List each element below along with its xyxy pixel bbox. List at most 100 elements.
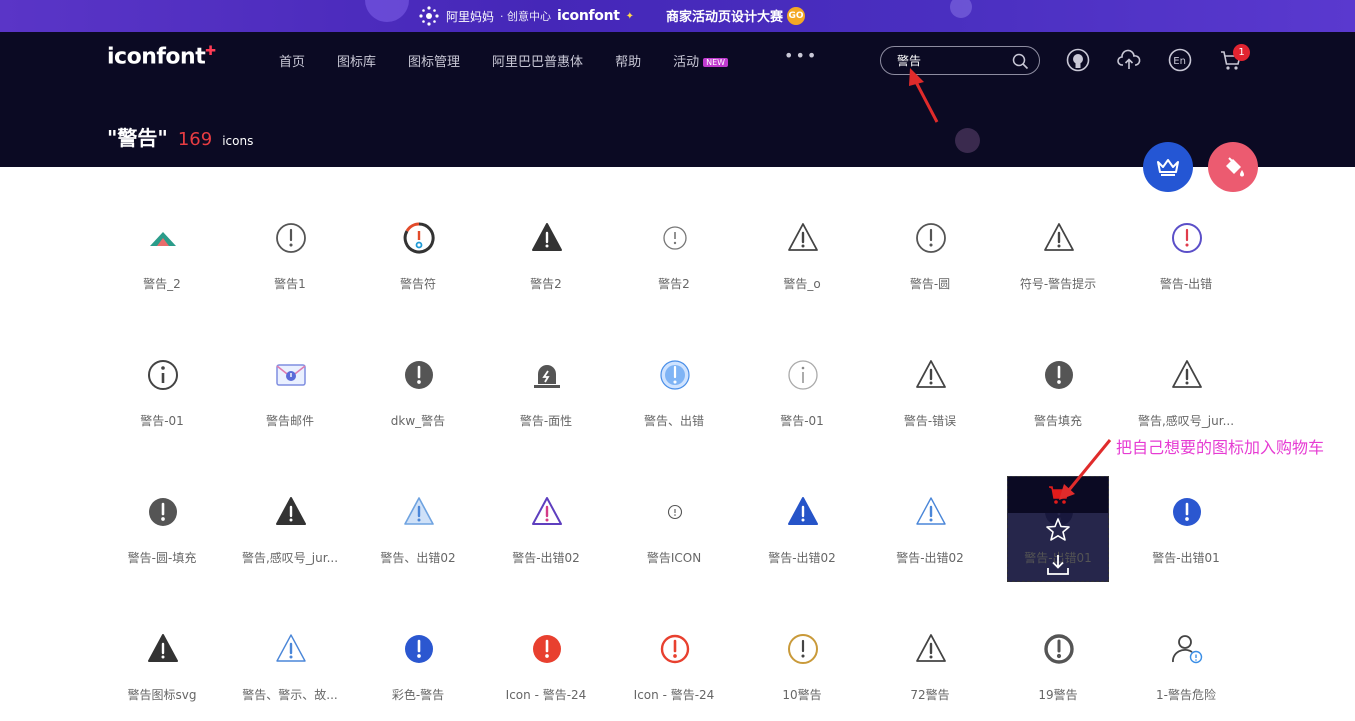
icon-card[interactable]: 符号-警告提示	[994, 200, 1122, 310]
circle-exclamation-outline-icon[interactable]	[274, 220, 308, 256]
icon-card[interactable]: 警告-01	[738, 337, 866, 447]
go-badge[interactable]: GO	[787, 6, 806, 25]
icon-card[interactable]: 警告邮件	[226, 337, 354, 447]
download-icon[interactable]	[1045, 553, 1071, 577]
icon-card[interactable]: 警告符	[354, 200, 482, 310]
triangle-filled-icon[interactable]	[530, 220, 564, 256]
icon-card[interactable]: 警告-圆-填充	[98, 474, 226, 584]
icon-card[interactable]: 警告-错误	[866, 337, 994, 447]
triangle-outline-icon[interactable]	[1170, 357, 1204, 393]
add-to-cart-icon[interactable]	[1047, 484, 1071, 506]
add-to-cart-row[interactable]	[1008, 477, 1108, 513]
mail-warning-icon[interactable]	[274, 357, 308, 393]
promo-banner[interactable]: 阿里妈妈 · 创意中心 iconfont ✦ 商家活动页设计大赛 GO	[0, 0, 1355, 32]
icon-card[interactable]: Icon - 警告-24	[482, 611, 610, 721]
icon-card[interactable]: 警告-出错02	[738, 474, 866, 584]
icon-card[interactable]: 警告图标svg	[98, 611, 226, 721]
promo-campaign[interactable]: 商家活动页设计大赛 GO	[666, 6, 806, 25]
triangle-outline-icon[interactable]	[914, 631, 948, 667]
nav-icon-library[interactable]: 图标库	[337, 51, 376, 70]
icon-card[interactable]: 警告,感叹号_jur...	[226, 474, 354, 584]
icon-card[interactable]: 警告、警示、故...	[226, 611, 354, 721]
theme-paint-button[interactable]	[1208, 142, 1258, 192]
triangle-purple-icon[interactable]	[530, 494, 564, 530]
circle-exclamation-colored-icon[interactable]	[402, 220, 436, 256]
language-en-icon[interactable]: En	[1168, 48, 1192, 72]
icon-label: 警告-出错02	[896, 551, 964, 565]
triangle-blue-outline-icon[interactable]	[274, 631, 308, 667]
triangle-outline-icon[interactable]	[914, 357, 948, 393]
icon-card[interactable]: 警告,感叹号_jur...	[1122, 337, 1250, 447]
triangle-blue-outline-icon[interactable]	[914, 494, 948, 530]
icon-card[interactable]: 19警告	[994, 611, 1122, 721]
icon-card[interactable]: 警告、出错	[610, 337, 738, 447]
circle-exclamation-purple-icon[interactable]	[1170, 220, 1204, 256]
circle-info-thin-icon[interactable]	[786, 357, 820, 393]
icon-card[interactable]: 警告ICON	[610, 474, 738, 584]
icon-card[interactable]: 警告填充	[994, 337, 1122, 447]
user-warning-icon[interactable]	[1170, 631, 1204, 667]
circle-exclamation-tiny-icon[interactable]	[658, 494, 692, 530]
triangle-filled-icon[interactable]	[146, 631, 180, 667]
icon-card[interactable]: Icon - 警告-24	[610, 611, 738, 721]
icon-card[interactable]: 警告_o	[738, 200, 866, 310]
icon-card[interactable]: 警告2	[482, 200, 610, 310]
icon-card[interactable]: 72警告	[866, 611, 994, 721]
icon-label: 警告-圆-填充	[127, 551, 197, 565]
icon-card[interactable]: 警告、出错02	[354, 474, 482, 584]
annotation-text: 把自己想要的图标加入购物车	[1116, 438, 1325, 457]
icon-hover-card[interactable]: 警告-出错01	[1007, 476, 1109, 582]
circle-exclamation-red-filled-icon[interactable]	[530, 631, 564, 667]
search-input[interactable]	[897, 51, 1017, 70]
icon-card[interactable]: dkw_警告	[354, 337, 482, 447]
icon-card[interactable]: 警告_2	[98, 200, 226, 310]
circle-exclamation-filled-icon[interactable]	[146, 494, 180, 530]
icon-card[interactable]: 警告-出错01	[1122, 474, 1250, 584]
icon-card[interactable]: 10警告	[738, 611, 866, 721]
alarm-lamp-icon[interactable]	[530, 357, 564, 393]
alimama-logo-icon	[419, 6, 439, 26]
circle-exclamation-blue-icon[interactable]	[658, 357, 692, 393]
icon-card[interactable]: 警告-01	[98, 337, 226, 447]
circle-exclamation-gold-icon[interactable]	[786, 631, 820, 667]
icon-card[interactable]: 警告2	[610, 200, 738, 310]
circle-exclamation-blue-filled-icon[interactable]	[1170, 494, 1204, 530]
nav-help[interactable]: 帮助	[615, 51, 641, 70]
search-box[interactable]	[880, 46, 1040, 75]
more-menu-button[interactable]: •••	[784, 46, 818, 65]
triangle-outline-icon[interactable]	[786, 220, 820, 256]
icon-card[interactable]: 警告-出错02	[482, 474, 610, 584]
icon-card[interactable]: 警告1	[226, 200, 354, 310]
circle-exclamation-blue-filled-icon[interactable]	[402, 631, 436, 667]
icon-card[interactable]: 警告-圆	[866, 200, 994, 310]
icon-card[interactable]: 1-警告危险	[1122, 611, 1250, 721]
vip-crown-button[interactable]	[1143, 142, 1193, 192]
icon-label: 警告ICON	[646, 551, 702, 565]
icon-label: 警告2	[658, 277, 690, 291]
circle-exclamation-red-outline-icon[interactable]	[658, 631, 692, 667]
circle-exclamation-thick-icon[interactable]	[1042, 631, 1076, 667]
nav-home[interactable]: 首页	[279, 51, 305, 70]
mountain-warning-icon[interactable]	[146, 220, 180, 256]
nav-icon-management[interactable]: 图标管理	[408, 51, 460, 70]
icon-card[interactable]: 警告-出错02	[866, 474, 994, 584]
circle-exclamation-filled-icon[interactable]	[402, 357, 436, 393]
icon-card[interactable]: 彩色-警告	[354, 611, 482, 721]
upload-cloud-icon[interactable]	[1117, 48, 1141, 72]
circle-info-icon[interactable]	[146, 357, 180, 393]
icon-card[interactable]: 警告-出错	[1122, 200, 1250, 310]
triangle-filled-icon[interactable]	[274, 494, 308, 530]
nav-activity[interactable]: 活动 NEW	[673, 51, 729, 70]
site-logo[interactable]: iconfont✚	[107, 44, 216, 69]
search-icon[interactable]	[1012, 53, 1029, 70]
icon-card[interactable]: 警告-面性	[482, 337, 610, 447]
triangle-outline-icon[interactable]	[1042, 220, 1076, 256]
favorite-star-icon[interactable]	[1045, 517, 1071, 543]
triangle-blue-light-icon[interactable]	[402, 494, 436, 530]
triangle-blue-filled-icon[interactable]	[786, 494, 820, 530]
circle-exclamation-outline-icon[interactable]	[914, 220, 948, 256]
circle-exclamation-thin-icon[interactable]	[658, 220, 692, 256]
nav-alibaba-font[interactable]: 阿里巴巴普惠体	[492, 51, 583, 70]
github-icon[interactable]	[1066, 48, 1090, 72]
circle-exclamation-filled-icon[interactable]	[1042, 357, 1076, 393]
